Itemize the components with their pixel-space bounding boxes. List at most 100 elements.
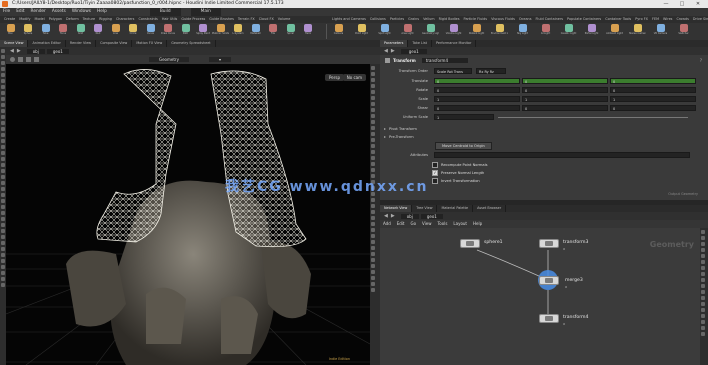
- viewport-right-tool-icon[interactable]: [371, 78, 375, 82]
- network-tool-icon[interactable]: [701, 236, 705, 240]
- left-tool-icon[interactable]: [1, 259, 5, 263]
- network-tool-icon[interactable]: [701, 278, 705, 282]
- net-menu-view[interactable]: View: [419, 220, 435, 228]
- attributes-field[interactable]: [434, 152, 690, 158]
- viewport-right-tool-icon[interactable]: [371, 126, 375, 130]
- folder-pre-transform[interactable]: ▸ Pre-Transform: [384, 134, 414, 139]
- forward-arrow-icon[interactable]: ▶: [17, 48, 21, 54]
- param-field[interactable]: 0: [610, 105, 696, 111]
- shelf-tab-right-1[interactable]: Collisions: [368, 16, 388, 23]
- viewport-right-tool-icon[interactable]: [371, 168, 375, 172]
- shelf-tool-left-14[interactable]: Metaball: [247, 24, 264, 39]
- shelf-tab-left-0[interactable]: Create: [2, 16, 17, 23]
- network-tool-icon[interactable]: [701, 248, 705, 252]
- left-tool-icon[interactable]: [1, 109, 5, 113]
- checkbox-icon[interactable]: [432, 162, 438, 168]
- viewport-right-tool-icon[interactable]: [371, 204, 375, 208]
- tab-material-palette[interactable]: Material Palette: [437, 205, 474, 212]
- viewport-right-tool-icon[interactable]: [371, 216, 375, 220]
- node-transform4[interactable]: [539, 314, 559, 323]
- left-tool-icon[interactable]: [1, 67, 5, 71]
- left-tool-icon[interactable]: [1, 115, 5, 119]
- shelf-tab-right-13[interactable]: FEM: [650, 16, 661, 23]
- shelf-tab-right-10[interactable]: Populate Containers: [565, 16, 603, 23]
- network-tool-icon[interactable]: [701, 242, 705, 246]
- shelf-tab-right-11[interactable]: Container Tools: [603, 16, 633, 23]
- left-tool-icon[interactable]: [1, 97, 5, 101]
- menu-assets[interactable]: Assets: [49, 8, 69, 16]
- node-merge3[interactable]: [539, 276, 559, 285]
- network-tool-icon[interactable]: [701, 332, 705, 336]
- left-tool-icon[interactable]: [1, 247, 5, 251]
- shelf-tool-right-2[interactable]: Spot Light: [376, 24, 393, 39]
- network-tool-icon[interactable]: [701, 266, 705, 270]
- shelf-tab-right-3[interactable]: Grains: [406, 16, 421, 23]
- shelf-tool-left-17[interactable]: Helix: [300, 24, 317, 39]
- viewport-right-tool-icon[interactable]: [371, 228, 375, 232]
- param-field[interactable]: 0: [434, 78, 520, 84]
- menu-help[interactable]: Help: [94, 8, 110, 16]
- shelf-tab-right-9[interactable]: Fluid Containers: [533, 16, 565, 23]
- shelf-tab-left-2[interactable]: Model: [33, 16, 47, 23]
- network-tool-icon[interactable]: [701, 320, 705, 324]
- shelf-tab-right-15[interactable]: Crowds: [674, 16, 690, 23]
- viewport-right-tool-icon[interactable]: [371, 222, 375, 226]
- viewport-right-tool-icon[interactable]: [371, 156, 375, 160]
- checkbox-row-0[interactable]: Recompute Point Normals: [432, 161, 487, 169]
- checkbox-row-1[interactable]: ✓ Preserve Normal Length: [432, 169, 487, 177]
- shelf-tab-left-9[interactable]: Hair Utils: [160, 16, 180, 23]
- shelf-tool-left-8[interactable]: Curve: [142, 24, 159, 39]
- move-centroid-button[interactable]: Move Centroid to Origin: [435, 142, 492, 150]
- left-tool-icon[interactable]: [1, 271, 5, 275]
- viewport-right-tool-icon[interactable]: [371, 108, 375, 112]
- viewport-right-tool-icon[interactable]: [371, 234, 375, 238]
- selection-mode-dropdown[interactable]: Geometry: [149, 57, 189, 62]
- tab-parameters[interactable]: Parameters: [380, 40, 409, 47]
- shelf-tool-right-10[interactable]: Caustic Light: [560, 24, 577, 39]
- viewport-right-tool-icon[interactable]: [371, 276, 375, 280]
- param-field[interactable]: 1: [610, 96, 696, 102]
- shelf-tool-right-3[interactable]: Area Light: [399, 24, 416, 39]
- shelf-tool-left-11[interactable]: Spray Paint: [195, 24, 212, 39]
- shelf-tool-left-12[interactable]: Platonic Solids: [212, 24, 229, 39]
- network-tool-icon[interactable]: [701, 296, 705, 300]
- menu-edit[interactable]: Edit: [13, 8, 27, 16]
- shelf-tab-left-6[interactable]: Rigging: [97, 16, 114, 23]
- shelf-tool-left-2[interactable]: Tube: [37, 24, 54, 39]
- shelf-tool-right-9[interactable]: GI Light: [537, 24, 554, 39]
- shelf-tab-left-11[interactable]: Guide Brushes: [207, 16, 236, 23]
- menu-file[interactable]: File: [0, 8, 13, 16]
- left-tool-icon[interactable]: [1, 199, 5, 203]
- shelf-tool-left-6[interactable]: Line: [107, 24, 124, 39]
- tab-render-view[interactable]: Render View: [66, 40, 97, 47]
- maximize-button[interactable]: □: [676, 0, 688, 8]
- network-tool-icon[interactable]: [701, 314, 705, 318]
- viewport-right-tool-icon[interactable]: [371, 66, 375, 70]
- left-tool-icon[interactable]: [1, 241, 5, 245]
- net-path-node[interactable]: geo1: [420, 213, 443, 219]
- param-path-node[interactable]: geo1: [400, 48, 427, 54]
- checkbox-icon[interactable]: ✓: [432, 170, 438, 176]
- shelf-tool-left-16[interactable]: Spiral: [282, 24, 299, 39]
- shelf-tab-left-3[interactable]: Polygon: [47, 16, 64, 23]
- shelf-tab-right-7[interactable]: Viscous Fluids: [489, 16, 517, 23]
- network-tool-icon[interactable]: [701, 326, 705, 330]
- shelf-tool-right-4[interactable]: Geometry Light: [422, 24, 439, 39]
- left-tool-icon[interactable]: [1, 133, 5, 137]
- desktop-dropdown[interactable]: Build: [149, 8, 181, 16]
- left-tool-icon[interactable]: [1, 103, 5, 107]
- left-tool-icon[interactable]: [1, 151, 5, 155]
- viewport-right-tool-icon[interactable]: [371, 72, 375, 76]
- move-icon[interactable]: [18, 57, 23, 62]
- network-tool-icon[interactable]: [701, 230, 705, 234]
- shelf-tool-left-4[interactable]: Grid: [72, 24, 89, 39]
- left-tool-icon[interactable]: [1, 277, 5, 281]
- shelf-tool-left-10[interactable]: Path: [177, 24, 194, 39]
- viewport-right-tool-icon[interactable]: [371, 102, 375, 106]
- display-mode-dropdown[interactable]: ▾: [208, 57, 231, 62]
- tab-animation-editor[interactable]: Animation Editor: [28, 40, 66, 47]
- left-tool-icon[interactable]: [1, 73, 5, 77]
- tab-geometry-spreadsheet[interactable]: Geometry Spreadsheet: [167, 40, 216, 47]
- left-tool-icon[interactable]: [1, 55, 5, 59]
- left-tool-icon[interactable]: [1, 169, 5, 173]
